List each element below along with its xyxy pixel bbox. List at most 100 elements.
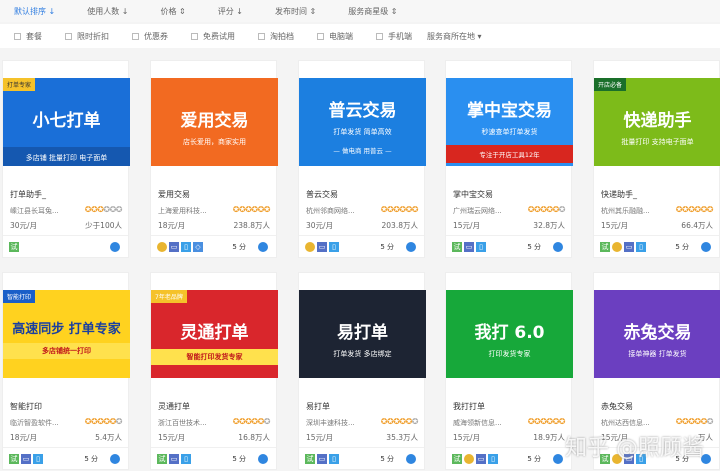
app-name[interactable]: 智能打印 — [10, 401, 42, 412]
watermark: 知乎 @照顾酱 — [565, 436, 704, 461]
filter-checkbox[interactable]: 套餐 — [14, 31, 42, 42]
price: 18元/月 — [10, 433, 38, 442]
app-card[interactable]: 普云交易 打单发货 简单高效 — 做电商 用普云 — 普云交易 杭州邻商网络... ✪✪✪… — [298, 60, 426, 258]
app-card[interactable]: 打单专家 小七打单 多店铺 批量打印 电子面单 打单助手_ 嵊江县长耳兔... ✪✪✪✪✪… — [2, 60, 130, 258]
sort-option[interactable]: 使用人数 ↓ — [87, 6, 128, 17]
divider — [3, 235, 128, 236]
rating-medals: ✪✪✪✪✪✪ — [381, 417, 419, 426]
banner-subtitle-2: 专注于开店工具12年 — [446, 145, 573, 163]
gold-medal-icon — [157, 242, 167, 252]
app-banner[interactable]: 赤兔交易 接单神器 打单发货 — [594, 290, 720, 378]
chat-icon[interactable] — [258, 242, 268, 252]
app-banner[interactable]: 爱用交易 店长爱用，商家实用 — [151, 78, 278, 166]
mobile-icon: ▯ — [636, 242, 646, 252]
chat-icon[interactable] — [701, 242, 711, 252]
mobile-icon: ▯ — [329, 242, 339, 252]
trial-badge: 试 — [157, 454, 167, 464]
banner-title: 掌中宝交易 — [467, 101, 552, 121]
sort-option[interactable]: 服务商星级 ⇕ — [348, 6, 397, 17]
banner-tag: 开店必备 — [594, 78, 627, 91]
app-banner[interactable]: 易打单 打单发货 多店绑定 — [299, 290, 426, 378]
rating-medals: ✪✪✪✪✪✪ — [85, 417, 123, 426]
chat-icon[interactable] — [406, 242, 416, 252]
filter-label: 电脑端 — [329, 31, 353, 41]
app-banner[interactable]: 开店必备 快递助手 批量打印 支持电子面单 — [594, 78, 720, 166]
location-dropdown[interactable]: 服务商所在地 ▾ — [427, 31, 482, 42]
divider — [594, 235, 719, 236]
app-card[interactable]: 掌中宝交易 秒速查单打单发货 专注于开店工具12年 掌中宝交易 广州瑞云网络... ✪✪✪… — [445, 60, 573, 258]
app-banner[interactable]: 打单专家 小七打单 多店铺 批量打印 电子面单 — [3, 78, 130, 166]
rating-medals: ✪✪✪✪✪✪ — [528, 417, 566, 426]
chat-icon[interactable] — [406, 454, 416, 464]
filter-checkbox[interactable]: 优惠券 — [132, 31, 168, 42]
rating-medals: ✪✪✪✪✪✪ — [676, 417, 714, 426]
app-banner[interactable]: 普云交易 打单发货 简单高效 — 做电商 用普云 — — [299, 78, 426, 166]
sort-option[interactable]: 价格 ⇕ — [161, 6, 186, 17]
divider — [299, 447, 424, 448]
chat-icon[interactable] — [110, 454, 120, 464]
app-banner[interactable]: 智能打印 高速同步 打单专家 多店铺统一打印 — [3, 290, 130, 378]
trial-badge: 试 — [452, 454, 462, 464]
banner-subtitle: 打单发货 多店绑定 — [333, 350, 392, 358]
price: 18元/月 — [158, 221, 186, 230]
banner-title: 灵通打单 — [180, 323, 249, 343]
checkbox-icon[interactable] — [317, 32, 324, 40]
app-card[interactable]: 智能打印 高速同步 打单专家 多店铺统一打印 智能打印 临沂智盈软件... ✪✪✪✪✪✪ 1… — [2, 272, 130, 470]
score: 5 分 — [527, 243, 541, 251]
mobile-icon: ▯ — [181, 454, 191, 464]
user-count: 18.9万人 — [533, 433, 565, 442]
checkbox-icon[interactable] — [376, 32, 383, 40]
desktop-icon: ▭ — [21, 454, 31, 464]
app-card[interactable]: 开店必备 快递助手 批量打印 支持电子面单 快递助手_ 杭州其乐融融... ✪✪✪✪✪✪ 1… — [593, 60, 720, 258]
app-name[interactable]: 打单助手_ — [10, 189, 46, 200]
filter-checkbox[interactable]: 免费试用 — [191, 31, 235, 42]
checkbox-icon[interactable] — [258, 32, 265, 40]
shield-icon: ◇ — [193, 242, 203, 252]
gold-medal-icon — [612, 242, 622, 252]
company-name: 杭州达西信息... — [601, 419, 650, 427]
price: 15元/月 — [453, 433, 481, 442]
checkbox-icon[interactable] — [191, 32, 198, 40]
medal-icon: ✪ — [706, 417, 714, 426]
app-name[interactable]: 快递助手_ — [601, 189, 637, 200]
checkbox-icon[interactable] — [65, 32, 72, 40]
score: 5 分 — [84, 455, 98, 463]
sort-option[interactable]: 默认排序 ↓ — [14, 6, 55, 17]
app-banner[interactable]: 7年老品牌 灵通打单 智能打印发货专家 — [151, 290, 278, 378]
app-banner[interactable]: 掌中宝交易 秒速查单打单发货 专注于开店工具12年 — [446, 78, 573, 166]
chat-icon[interactable] — [110, 242, 120, 252]
filter-checkbox[interactable]: 淘拍档 — [258, 31, 294, 42]
desktop-icon: ▭ — [317, 242, 327, 252]
checkbox-icon[interactable] — [132, 32, 139, 40]
sort-option[interactable]: 评分 ↓ — [218, 6, 243, 17]
app-card[interactable]: 7年老品牌 灵通打单 智能打印发货专家 灵通打单 浙江百世技术... ✪✪✪✪✪✪ 15元/… — [150, 272, 278, 470]
price: 15元/月 — [453, 221, 481, 230]
filter-checkbox[interactable]: 电脑端 — [317, 31, 353, 42]
score: 5 分 — [232, 243, 246, 251]
chat-icon[interactable] — [553, 454, 563, 464]
app-name[interactable]: 普云交易 — [306, 189, 338, 200]
chat-icon[interactable] — [553, 242, 563, 252]
filter-checkbox[interactable]: 限时折扣 — [65, 31, 109, 42]
chat-icon[interactable] — [258, 454, 268, 464]
app-name[interactable]: 灵通打单 — [158, 401, 190, 412]
checkbox-icon[interactable] — [14, 32, 21, 40]
banner-title: 赤兔交易 — [623, 323, 692, 343]
user-count: 32.8万人 — [533, 221, 565, 230]
app-card[interactable]: 我打 6.0 打印发货专家 我打打单 威海领新信息... ✪✪✪✪✪✪ 15元/月 18.9… — [445, 272, 573, 470]
app-name[interactable]: 掌中宝交易 — [453, 189, 493, 200]
app-name[interactable]: 易打单 — [306, 401, 330, 412]
app-name[interactable]: 赤兔交易 — [601, 401, 633, 412]
app-name[interactable]: 我打打单 — [453, 401, 485, 412]
app-card[interactable]: 易打单 打单发货 多店绑定 易打单 深圳丰速科技... ✪✪✪✪✪✪ 15元/月 35.3万… — [298, 272, 426, 470]
sort-option[interactable]: 发布时间 ⇕ — [275, 6, 316, 17]
medal-icon: ✪ — [558, 205, 566, 214]
app-banner[interactable]: 我打 6.0 打印发货专家 — [446, 290, 573, 378]
desktop-icon: ▭ — [464, 242, 474, 252]
trial-badge: 试 — [600, 242, 610, 252]
app-card[interactable]: 爱用交易 店长爱用，商家实用 爱用交易 上海爱用科技... ✪✪✪✪✪✪ 18元/月 238… — [150, 60, 278, 258]
app-name[interactable]: 爱用交易 — [158, 189, 190, 200]
medal-icon: ✪ — [411, 417, 419, 426]
filter-checkbox[interactable]: 手机端 — [376, 31, 412, 42]
desktop-icon: ▭ — [169, 242, 179, 252]
